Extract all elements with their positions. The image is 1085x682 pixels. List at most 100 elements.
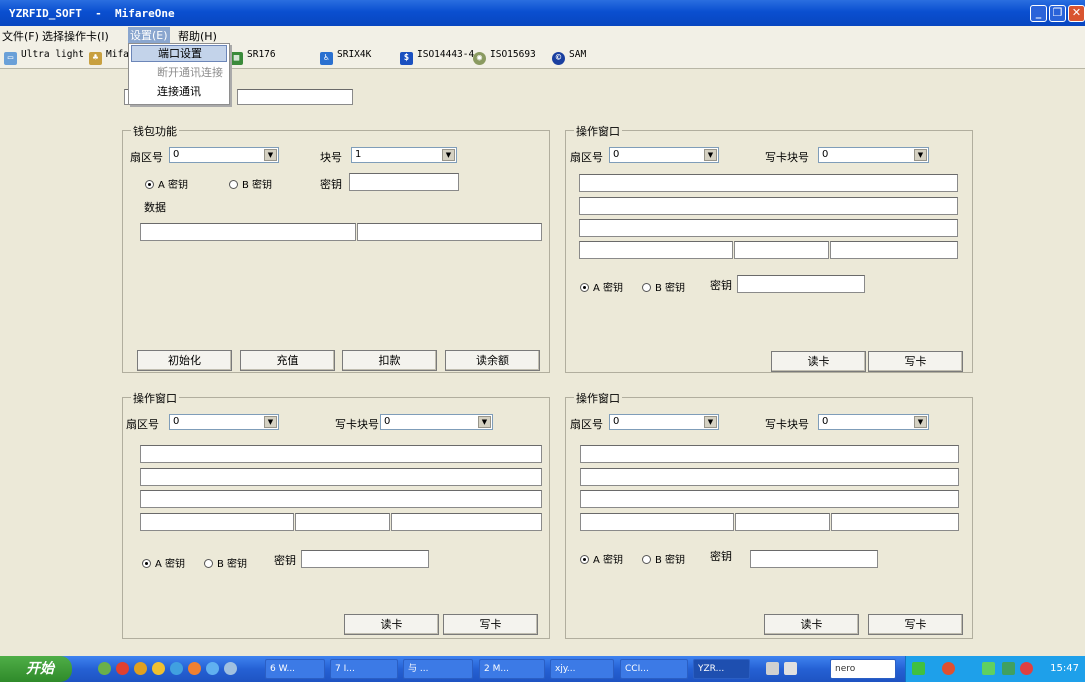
write-card-button[interactable]: 写卡 [868, 351, 963, 372]
key-input[interactable] [750, 550, 878, 568]
read-card-button[interactable]: 读卡 [764, 614, 859, 635]
key-a-radio[interactable]: A 密钥 [580, 551, 623, 566]
copyright-icon: © [552, 52, 565, 65]
taskbar-item[interactable]: 6 W... [265, 659, 325, 679]
data-input-2[interactable] [357, 223, 542, 241]
key-input[interactable] [301, 550, 429, 568]
key-b-radio[interactable]: B 密钥 [204, 555, 247, 570]
write-card-button[interactable]: 写卡 [443, 614, 538, 635]
key-a-data[interactable] [140, 513, 294, 531]
key-a-data[interactable] [580, 513, 734, 531]
start-button[interactable]: 开始 [0, 656, 72, 682]
help-icon[interactable] [784, 662, 797, 675]
taskbar-item[interactable]: xjy... [550, 659, 614, 679]
grid-icon: ▦ [230, 52, 243, 65]
key-a-radio[interactable]: A 密钥 [580, 279, 623, 294]
access-bits[interactable] [735, 513, 830, 531]
write-card-button[interactable]: 写卡 [868, 614, 963, 635]
menu-item-connect[interactable]: 连接通讯 [131, 84, 227, 101]
quicklaunch-icon[interactable] [152, 662, 165, 675]
key-b-radio[interactable]: B 密钥 [229, 176, 272, 191]
data-input-2[interactable] [580, 468, 959, 486]
taskbar-item[interactable]: 2 M... [479, 659, 545, 679]
toolbar-mifare[interactable]: ♣ Mifa [89, 49, 129, 65]
data-input-3[interactable] [140, 490, 542, 508]
quicklaunch-icon[interactable] [98, 662, 111, 675]
toolbar-ultralight[interactable]: ▭ Ultra light [4, 49, 84, 65]
charge-button[interactable]: 充值 [240, 350, 335, 371]
data-input-1[interactable] [140, 445, 542, 463]
quicklaunch-icon[interactable] [134, 662, 147, 675]
toolbar-sam[interactable]: © SAM [552, 49, 586, 65]
shield-icon[interactable] [1020, 662, 1033, 675]
key-b-data[interactable] [831, 513, 959, 531]
connection-field[interactable] [237, 89, 353, 105]
sector-label: 扇区号 [570, 151, 603, 164]
tray-icon[interactable] [912, 662, 925, 675]
read-card-button[interactable]: 读卡 [344, 614, 439, 635]
access-bits[interactable] [734, 241, 829, 259]
quicklaunch-icon[interactable] [170, 662, 183, 675]
data-input-3[interactable] [580, 490, 959, 508]
sector-select[interactable]: 0 ▼ [609, 414, 719, 430]
taskbar-item-active[interactable]: YZR... [693, 659, 750, 679]
data-input-3[interactable] [579, 219, 958, 237]
data-input-2[interactable] [579, 197, 958, 215]
init-button[interactable]: 初始化 [137, 350, 232, 371]
close-button[interactable]: ✕ [1068, 5, 1085, 22]
menu-select-card[interactable]: 选择操作卡(I) [42, 28, 109, 44]
menu-settings[interactable]: 设置(E) [128, 27, 170, 43]
signal-icon[interactable] [982, 662, 995, 675]
quicklaunch-icon[interactable] [224, 662, 237, 675]
read-balance-button[interactable]: 读余额 [445, 350, 540, 371]
quicklaunch-icon[interactable] [116, 662, 129, 675]
maximize-button[interactable]: ❐ [1049, 5, 1066, 22]
menu-file[interactable]: 文件(F) [2, 28, 39, 44]
taskbar-item[interactable]: CCI... [620, 659, 688, 679]
taskbar-item[interactable]: 与 ... [403, 659, 473, 679]
toolbar-sr176[interactable]: ▦ SR176 [230, 49, 276, 65]
sector-select[interactable]: 0 ▼ [609, 147, 719, 163]
key-a-data[interactable] [579, 241, 733, 259]
quicklaunch-icon[interactable] [206, 662, 219, 675]
data-input-1[interactable] [140, 223, 356, 241]
menu-bar: 文件(F) 选择操作卡(I) 设置(E) 帮助(H) [0, 26, 1085, 43]
toolbar-iso15693[interactable]: ◉ ISO15693 [473, 49, 536, 65]
keyboard-icon[interactable] [766, 662, 779, 675]
window-title: YZRFID_SOFT - MifareOne [9, 7, 175, 20]
write-block-select[interactable]: 0 ▼ [818, 147, 929, 163]
write-block-select[interactable]: 0 ▼ [818, 414, 929, 430]
sector-select[interactable]: 0 ▼ [169, 414, 279, 430]
menu-help[interactable]: 帮助(H) [178, 28, 217, 44]
menu-item-port-setting[interactable]: 端口设置 [131, 45, 227, 62]
key-b-data[interactable] [391, 513, 542, 531]
nero-banner[interactable]: nero [830, 659, 896, 679]
menu-item-disconnect[interactable]: 断开通讯连接 [131, 65, 227, 82]
key-input[interactable] [349, 173, 459, 191]
minimize-button[interactable]: _ [1030, 5, 1047, 22]
chevron-down-icon: ▼ [914, 149, 927, 161]
radio-selected-icon [580, 283, 589, 292]
key-label: 密钥 [710, 550, 732, 563]
data-input-2[interactable] [140, 468, 542, 486]
key-a-radio[interactable]: A 密钥 [145, 176, 188, 191]
deduct-button[interactable]: 扣款 [342, 350, 437, 371]
read-card-button[interactable]: 读卡 [771, 351, 866, 372]
key-a-radio[interactable]: A 密钥 [142, 555, 185, 570]
key-input[interactable] [737, 275, 865, 293]
tray-icon[interactable] [1002, 662, 1015, 675]
quicklaunch-icon[interactable] [188, 662, 201, 675]
key-b-radio[interactable]: B 密钥 [642, 279, 685, 294]
block-select[interactable]: 1 ▼ [351, 147, 457, 163]
key-b-data[interactable] [830, 241, 958, 259]
write-block-select[interactable]: 0 ▼ [380, 414, 493, 430]
sector-select[interactable]: 0 ▼ [169, 147, 279, 163]
tray-icon[interactable] [942, 662, 955, 675]
key-b-radio[interactable]: B 密钥 [642, 551, 685, 566]
toolbar-srix4k[interactable]: ♿ SRIX4K [320, 49, 371, 65]
toolbar-iso14443[interactable]: $ ISO14443-4 [400, 49, 474, 65]
data-input-1[interactable] [579, 174, 958, 192]
access-bits[interactable] [295, 513, 390, 531]
taskbar-item[interactable]: 7 I... [330, 659, 398, 679]
data-input-1[interactable] [580, 445, 959, 463]
